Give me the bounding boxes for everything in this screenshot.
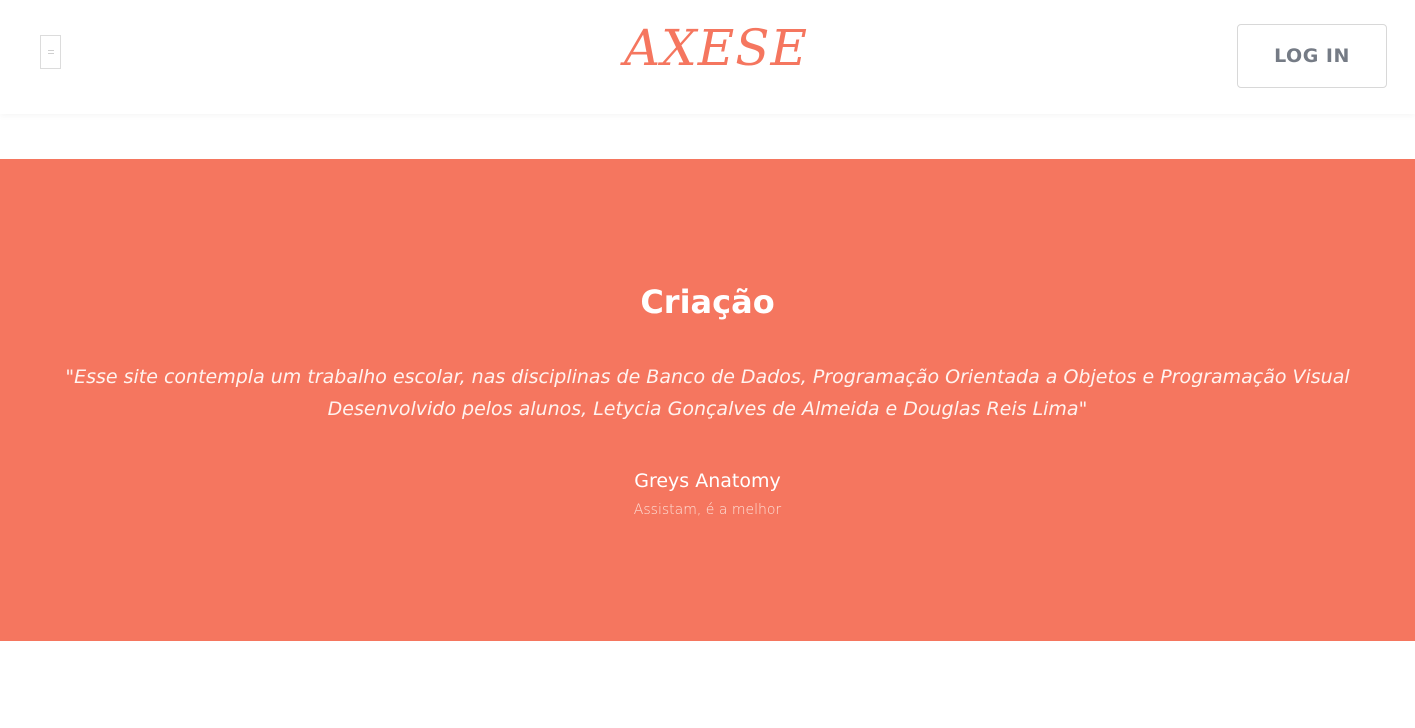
brand-logo[interactable]: AXESE: [620, 18, 812, 78]
hamburger-menu-icon[interactable]: [40, 35, 61, 69]
hero-author-name: Greys Anatomy: [634, 470, 781, 492]
hero-quote-line-2: Desenvolvido pelos alunos, Letycia Gonça…: [327, 398, 1088, 420]
hero-title: Criação: [640, 283, 775, 321]
login-button[interactable]: LOG IN: [1237, 24, 1387, 88]
hero-section: Criação "Esse site contempla um trabalho…: [0, 159, 1415, 641]
hero-quote: "Esse site contempla um trabalho escolar…: [60, 361, 1355, 425]
hero-author-subtitle: Assistam, é a melhor: [633, 502, 782, 518]
hero-quote-line-1: "Esse site contempla um trabalho escolar…: [65, 366, 1350, 388]
site-header: AXESE LOG IN: [0, 0, 1415, 114]
